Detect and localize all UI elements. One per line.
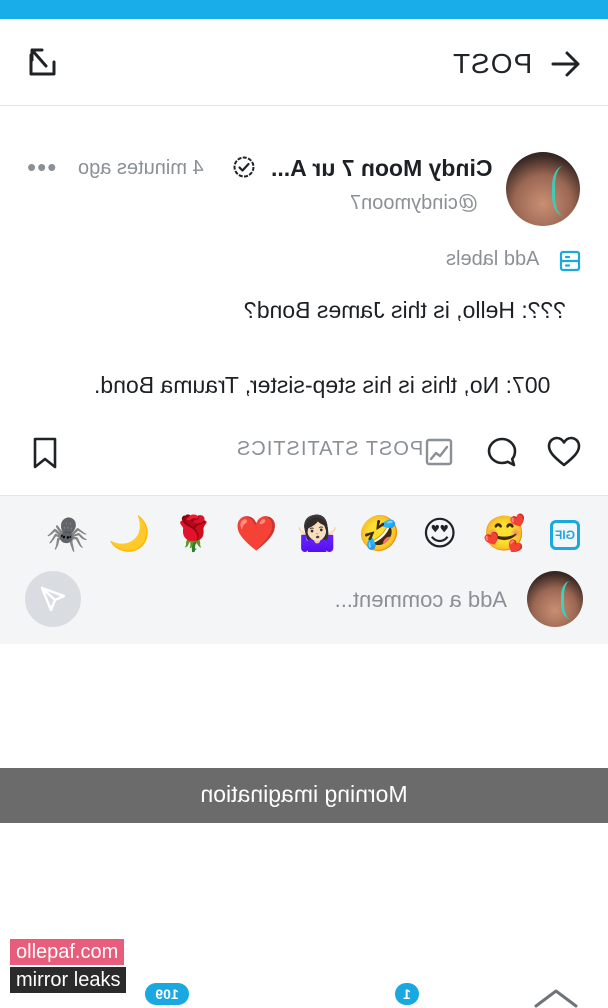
back-arrow-icon[interactable] [550,50,582,78]
verified-icon [233,156,255,178]
notification-badge: 109 [145,983,189,1005]
emoji-button[interactable]: 🤣 [358,514,400,554]
statistics-icon[interactable] [424,437,454,467]
author-avatar[interactable] [506,152,580,226]
home-icon[interactable] [533,988,579,1008]
send-button[interactable] [25,571,81,627]
emoji-button[interactable]: 🕷️ [46,514,88,554]
emoji-button[interactable]: 🌙 [108,514,150,554]
status-accent-bar [0,0,608,19]
comment-icon[interactable] [486,436,518,468]
gif-icon[interactable]: GIF [550,520,580,550]
emoji-button[interactable]: 🌹 [172,514,214,554]
author-handle[interactable]: @cindymoon7 [350,192,478,215]
post-statistics-button[interactable]: POST STATISTICS [236,438,423,461]
emoji-button[interactable]: 😍 [422,514,457,554]
bookmark-icon[interactable] [31,436,59,470]
comment-input[interactable] [305,584,509,616]
post-text-line: ???: Hello, is this James Bond? [244,297,567,323]
caption-text: Morning imagination [200,781,408,807]
emoji-button[interactable]: 🤷🏻‍♀️ [296,514,338,554]
send-icon [40,586,66,612]
emoji-button[interactable]: 🥰 [483,514,525,554]
post-text-line: 007: No, this is his step-sister, Trauma… [94,372,551,398]
author-name[interactable]: Cindy Moon 7 ur A... [271,155,492,182]
emoji-button[interactable]: ❤️ [235,514,277,554]
bottom-nav [0,985,608,1004]
more-icon[interactable]: ••• [27,154,57,180]
current-user-avatar [527,571,583,627]
watermark-line: ollepaf.com [10,939,125,965]
heart-icon[interactable] [547,436,581,468]
header: POST [0,19,608,106]
page-title: POST [452,48,533,79]
add-labels-button[interactable]: Add labels [446,248,539,271]
caption-bar: Morning imagination [0,768,608,823]
labels-icon[interactable] [558,249,582,273]
notification-badge: 1 [395,983,419,1005]
post-time: 4 minutes ago [78,157,204,179]
share-out-icon[interactable] [26,45,60,79]
